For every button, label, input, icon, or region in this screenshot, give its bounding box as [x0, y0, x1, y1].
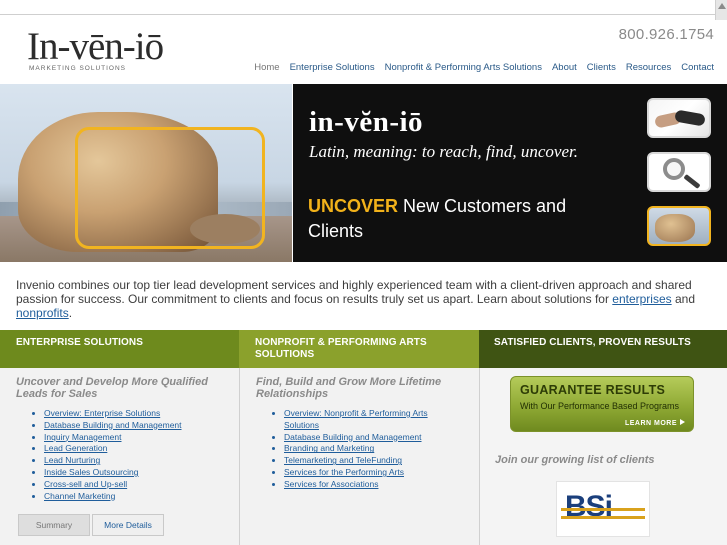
hero-text-panel: in-vĕn-iō Latin, meaning: to reach, find… — [293, 84, 727, 262]
guarantee-results-banner[interactable]: GUARANTEE RESULTS With Our Performance B… — [510, 376, 694, 432]
learn-more-link[interactable]: LEARN MORE — [625, 419, 685, 427]
hero-rock-photo — [0, 84, 292, 262]
nonprofit-link-branding[interactable]: Branding and Marketing — [284, 443, 374, 453]
page: In-vēn-iō MARKETING SOLUTIONS 800.926.17… — [0, 0, 727, 545]
join-clients-text: Join our growing list of clients — [495, 454, 655, 466]
solution-columns: ENTERPRISE SOLUTIONS NONPROFIT & PERFORM… — [0, 330, 727, 545]
nav-contact[interactable]: Contact — [681, 62, 714, 73]
list-item[interactable]: Overview: Enterprise Solutions — [44, 408, 182, 420]
nonprofit-link-database[interactable]: Database Building and Management — [284, 432, 422, 442]
main-nav: Home Enterprise Solutions Nonprofit & Pe… — [254, 62, 714, 73]
nonprofit-subheading: Find, Build and Grow More Lifetime Relat… — [256, 376, 442, 400]
list-item[interactable]: Database Building and Management — [44, 420, 182, 432]
enterprise-links: Overview: Enterprise Solutions Database … — [44, 408, 182, 502]
list-item[interactable]: Telemarketing and TeleFunding — [284, 455, 454, 467]
intro-text: Invenio combines our top tier lead devel… — [16, 278, 692, 306]
enterprise-link-database[interactable]: Database Building and Management — [44, 420, 182, 430]
scrollbar-up-arrow[interactable] — [715, 0, 727, 20]
list-item[interactable]: Services for Associations — [284, 479, 454, 491]
list-item[interactable]: Channel Marketing — [44, 491, 182, 503]
link-nonprofits[interactable]: nonprofits — [16, 306, 69, 320]
hero-banner: in-vĕn-iō Latin, meaning: to reach, find… — [0, 84, 727, 262]
enterprise-link-inside-sales[interactable]: Inside Sales Outsourcing — [44, 467, 139, 477]
enterprise-link-channel[interactable]: Channel Marketing — [44, 491, 115, 501]
hero-definition: Latin, meaning: to reach, find, uncover. — [309, 142, 578, 161]
nonprofit-link-performing-arts[interactable]: Services for the Performing Arts — [284, 467, 404, 477]
nav-home[interactable]: Home — [254, 62, 279, 73]
tab-summary[interactable]: Summary — [18, 514, 90, 536]
guarantee-title: GUARANTEE RESULTS — [520, 383, 666, 397]
enterprise-heading[interactable]: ENTERPRISE SOLUTIONS — [0, 330, 239, 368]
nonprofit-heading[interactable]: NONPROFIT & PERFORMING ARTS SOLUTIONS — [239, 330, 479, 368]
list-item[interactable]: Lead Generation — [44, 443, 182, 455]
nav-clients[interactable]: Clients — [587, 62, 616, 73]
enterprise-link-inquiry[interactable]: Inquiry Management — [44, 432, 122, 442]
nonprofit-link-overview[interactable]: Overview: Nonprofit & Performing Arts So… — [284, 408, 428, 430]
list-item[interactable]: Overview: Nonprofit & Performing Arts So… — [284, 408, 454, 432]
list-item[interactable]: Database Building and Management — [284, 432, 454, 444]
nav-about[interactable]: About — [552, 62, 577, 73]
logo-stripe — [561, 508, 645, 511]
list-item[interactable]: Lead Nurturing — [44, 455, 182, 467]
handshake-thumbnail[interactable] — [647, 98, 711, 138]
guarantee-subtitle: With Our Performance Based Programs — [520, 401, 680, 411]
nav-resources[interactable]: Resources — [626, 62, 671, 73]
rock-thumbnail[interactable] — [647, 206, 711, 246]
intro-paragraph: Invenio combines our top tier lead devel… — [16, 278, 716, 320]
intro-end: . — [68, 306, 73, 320]
list-item[interactable]: Inside Sales Outsourcing — [44, 467, 182, 479]
logo-stripe — [561, 516, 645, 519]
hero-tagline: UNCOVER New Customers and Clients — [308, 194, 608, 244]
clients-column: GUARANTEE RESULTS With Our Performance B… — [480, 368, 727, 545]
nonprofit-column: Find, Build and Grow More Lifetime Relat… — [240, 368, 480, 545]
clients-heading: SATISFIED CLIENTS, PROVEN RESULTS — [479, 330, 727, 368]
list-item[interactable]: Inquiry Management — [44, 432, 182, 444]
enterprise-link-cross-sell[interactable]: Cross-sell and Up-sell — [44, 479, 127, 489]
logo-tagline: MARKETING SOLUTIONS — [29, 65, 127, 72]
hero-word: in-vĕn-iō — [309, 106, 424, 138]
phone-number: 800.926.1754 — [618, 26, 714, 43]
enterprise-link-overview[interactable]: Overview: Enterprise Solutions — [44, 408, 160, 418]
enterprise-link-lead-gen[interactable]: Lead Generation — [44, 443, 107, 453]
hero-highlight: UNCOVER — [308, 196, 399, 216]
list-item[interactable]: Services for the Performing Arts — [284, 467, 454, 479]
nonprofit-link-telemarketing[interactable]: Telemarketing and TeleFunding — [284, 455, 402, 465]
highlight-frame — [75, 127, 265, 249]
list-item[interactable]: Branding and Marketing — [284, 443, 454, 455]
logo-text: In-vēn-iō — [27, 25, 164, 68]
top-divider — [0, 14, 727, 15]
link-enterprises[interactable]: enterprises — [612, 292, 671, 306]
nav-enterprise-solutions[interactable]: Enterprise Solutions — [290, 62, 375, 73]
nav-nonprofit-solutions[interactable]: Nonprofit & Performing Arts Solutions — [385, 62, 542, 73]
tab-more-details[interactable]: More Details — [92, 514, 164, 536]
nonprofit-link-associations[interactable]: Services for Associations — [284, 479, 378, 489]
site-logo[interactable]: In-vēn-iō MARKETING SOLUTIONS — [27, 25, 175, 74]
enterprise-subheading: Uncover and Develop More Qualified Leads… — [16, 376, 208, 400]
list-item[interactable]: Cross-sell and Up-sell — [44, 479, 182, 491]
intro-and: and — [671, 292, 696, 306]
enterprise-column: Uncover and Develop More Qualified Leads… — [0, 368, 240, 545]
enterprise-link-nurturing[interactable]: Lead Nurturing — [44, 455, 100, 465]
nonprofit-links: Overview: Nonprofit & Performing Arts So… — [284, 408, 454, 491]
magnifier-thumbnail[interactable] — [647, 152, 711, 192]
client-logo-bsi[interactable]: BSi — [556, 481, 650, 537]
